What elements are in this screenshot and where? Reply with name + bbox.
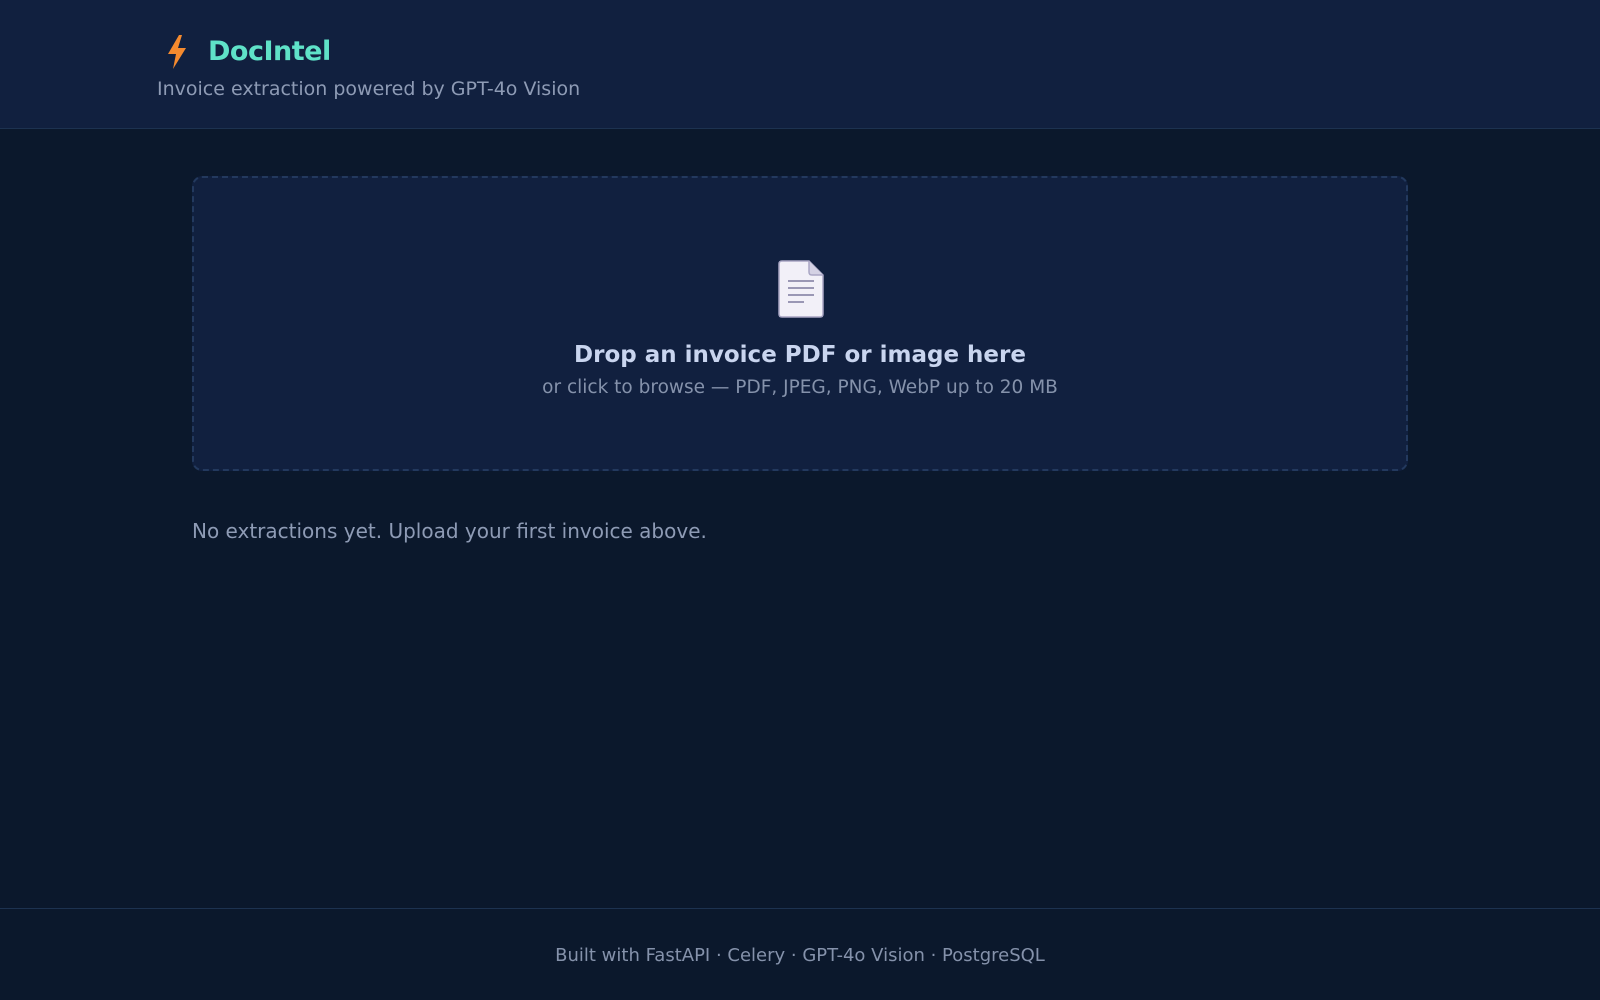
upload-dropzone[interactable]: Drop an invoice PDF or image here or cli… (192, 176, 1408, 471)
lightning-bolt-icon (168, 35, 186, 69)
tagline: Invoice extraction powered by GPT-4o Vis… (157, 78, 581, 100)
document-icon (778, 260, 824, 318)
empty-extractions-message: No extractions yet. Upload your first in… (192, 519, 707, 543)
brand: DocIntel (166, 32, 331, 72)
app-header: DocIntel Invoice extraction powered by G… (0, 0, 1600, 129)
app-name: DocIntel (208, 36, 331, 67)
dropzone-subtitle: or click to browse — PDF, JPEG, PNG, Web… (542, 377, 1058, 398)
footer-text: Built with FastAPI · Celery · GPT-4o Vis… (555, 945, 1045, 966)
dropzone-title: Drop an invoice PDF or image here (574, 342, 1026, 368)
app-footer: Built with FastAPI · Celery · GPT-4o Vis… (0, 908, 1600, 1000)
